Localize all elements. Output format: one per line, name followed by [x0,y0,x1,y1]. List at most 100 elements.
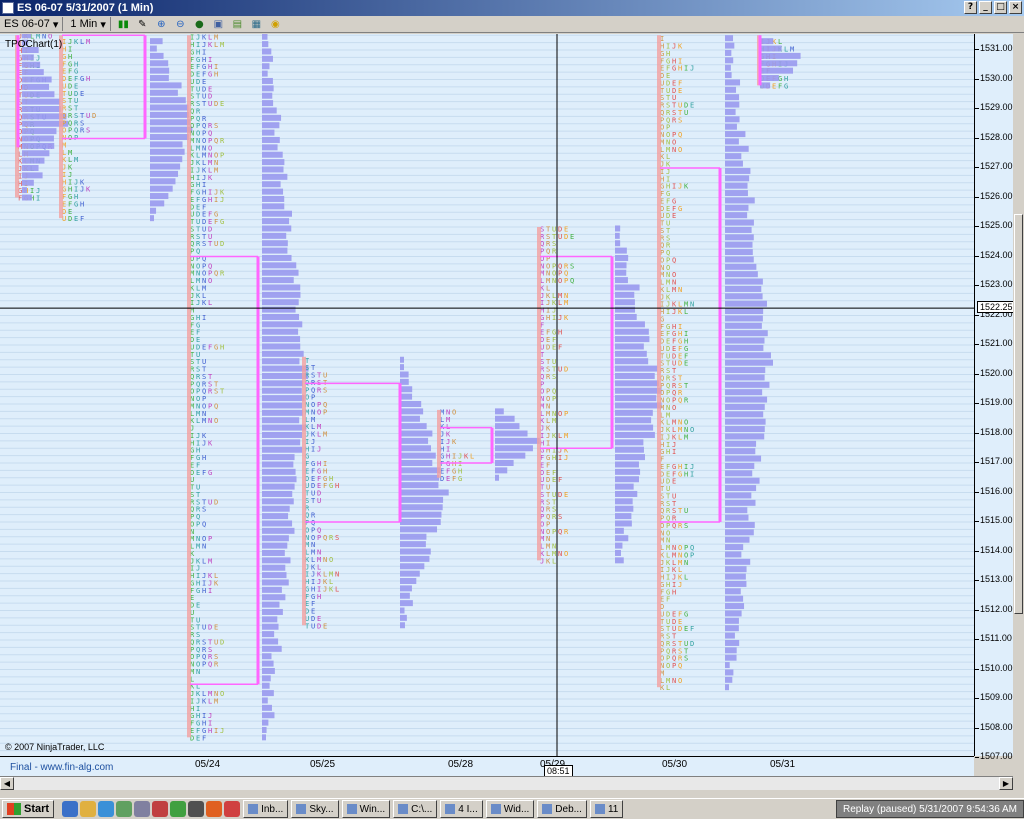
profile-bar [262,77,273,84]
profile-bar [615,402,662,409]
profile-bar [262,431,302,438]
tpo-letter: H [323,467,327,475]
tpo-letter: L [684,574,688,582]
app-icon-2[interactable] [134,801,151,817]
time-axis[interactable]: Final - www.fin-alg.com 05/24 05/25 05/28 0… [0,756,974,777]
chart-trader-icon[interactable]: ▦ [249,17,264,31]
tpo-letter: S [208,380,212,388]
tpo-letter: G [202,63,206,71]
tpo-letter: D [214,498,218,506]
tpo-letter: P [666,655,670,663]
profile-bar [725,580,747,587]
profile-bar [262,48,272,55]
tpo-letter: H [317,460,321,468]
task-debug[interactable]: Deb... [537,800,587,818]
browser-icon[interactable] [98,801,115,817]
media-icon[interactable] [152,801,169,817]
zoom-in-icon[interactable]: ⊕ [154,17,169,31]
close-button[interactable]: × [1009,1,1022,14]
task-wid[interactable]: Wid... [485,800,535,818]
tpo-letter: O [672,138,676,146]
folder-icon[interactable] [80,801,97,817]
data-box-icon[interactable]: ▤ [230,17,245,31]
window-title: ES 06-07 5/31/2007 (1 Min) [17,2,154,14]
scrollbar-thumb[interactable] [1014,214,1023,614]
profile-bar [262,291,301,298]
tpo-letter: O [202,535,206,543]
tpo-letter: N [672,279,676,287]
globe-icon[interactable]: ● [192,17,207,31]
tpo-letter: D [68,215,72,223]
task-windows[interactable]: Win... [341,800,391,818]
app-icon-5[interactable] [224,801,241,817]
tpo-letter: S [684,655,688,663]
tpo-letter: J [311,571,315,579]
profile-bar [400,415,420,422]
profile-bar [615,313,637,320]
tpo-letter: S [666,633,670,641]
horizontal-scrollbar[interactable]: ◀ ▶ [0,776,1013,790]
tpo-letter: O [564,550,568,558]
tpo-letter: U [684,507,688,515]
maximize-button[interactable]: □ [994,1,1007,14]
zoom-out-icon[interactable]: ⊖ [173,17,188,31]
app-icon-1[interactable] [116,801,133,817]
tpo-letter: H [558,329,562,337]
tpo-letter: H [202,454,206,462]
tpo-chart-area[interactable]: FGHIGHIJHIIJJKLKLMNLMMNOPQRNOPQOPQPQRQRS… [0,34,974,756]
tpo-letter: D [317,622,321,630]
tpo-letter: M [672,551,676,559]
alert-icon[interactable]: ◉ [268,17,283,31]
draw-pencil-icon[interactable]: ✎ [135,17,150,31]
tpo-letter: E [311,475,315,483]
task-label: Win... [359,803,386,815]
properties-icon[interactable]: ▣ [211,17,226,31]
profile-bar [725,485,757,492]
bar-style-icon[interactable]: ▮▮ [116,17,131,31]
tpo-letter: D [208,93,212,101]
tpo-letter: L [323,571,327,579]
tpo-letter: J [202,41,206,49]
tpo-letter: H [458,467,462,475]
tpo-letter: P [552,262,556,270]
start-button[interactable]: Start [2,800,55,818]
scroll-right-icon[interactable]: ▶ [999,777,1013,790]
tpo-letter: O [552,270,556,278]
task-ninja[interactable]: 11 [589,800,624,818]
tpo-letter: Q [672,256,676,264]
tpo-letter: H [68,53,72,61]
tpo-letter: I [208,720,212,728]
tpo-letter: I [30,187,34,195]
tpo-letter: P [208,270,212,278]
tpo-letter: M [311,416,315,424]
vertical-scrollbar[interactable] [1013,34,1024,790]
profile-bar [150,141,183,148]
tpo-letter: M [666,279,670,287]
tpo-letter: G [208,71,212,79]
tpo-letter: L [552,557,556,565]
app-icon-3[interactable] [170,801,187,817]
profile-bar [725,603,745,610]
help-button[interactable]: ? [964,1,977,14]
tpo-letter: F [684,352,688,360]
app-icon-4[interactable] [188,801,205,817]
desktop-icon[interactable] [62,801,79,817]
scroll-left-icon[interactable]: ◀ [0,777,14,790]
price-tick: 1526.00 [975,190,1013,201]
tpo-letter: H [196,447,200,455]
profile-bar [400,437,429,444]
footer-link[interactable]: Final - www.fin-alg.com [10,762,113,773]
profile-bar [725,94,740,101]
task-group[interactable]: 4 I... [440,800,483,818]
task-explorer[interactable]: C:\... [393,800,438,818]
tpo-letter: U [202,358,206,366]
profile-bar [725,271,758,278]
firefox-icon[interactable] [206,801,223,817]
tpo-letter: N [446,408,450,416]
minimize-button[interactable]: _ [979,1,992,14]
interval-selector[interactable]: 1 Min ▾ [66,17,111,31]
tpo-letter: O [546,262,550,270]
instrument-selector[interactable]: ES 06-07 ▾ [0,17,64,31]
task-skype[interactable]: Sky... [291,800,339,818]
task-inbox[interactable]: Inb... [243,800,289,818]
